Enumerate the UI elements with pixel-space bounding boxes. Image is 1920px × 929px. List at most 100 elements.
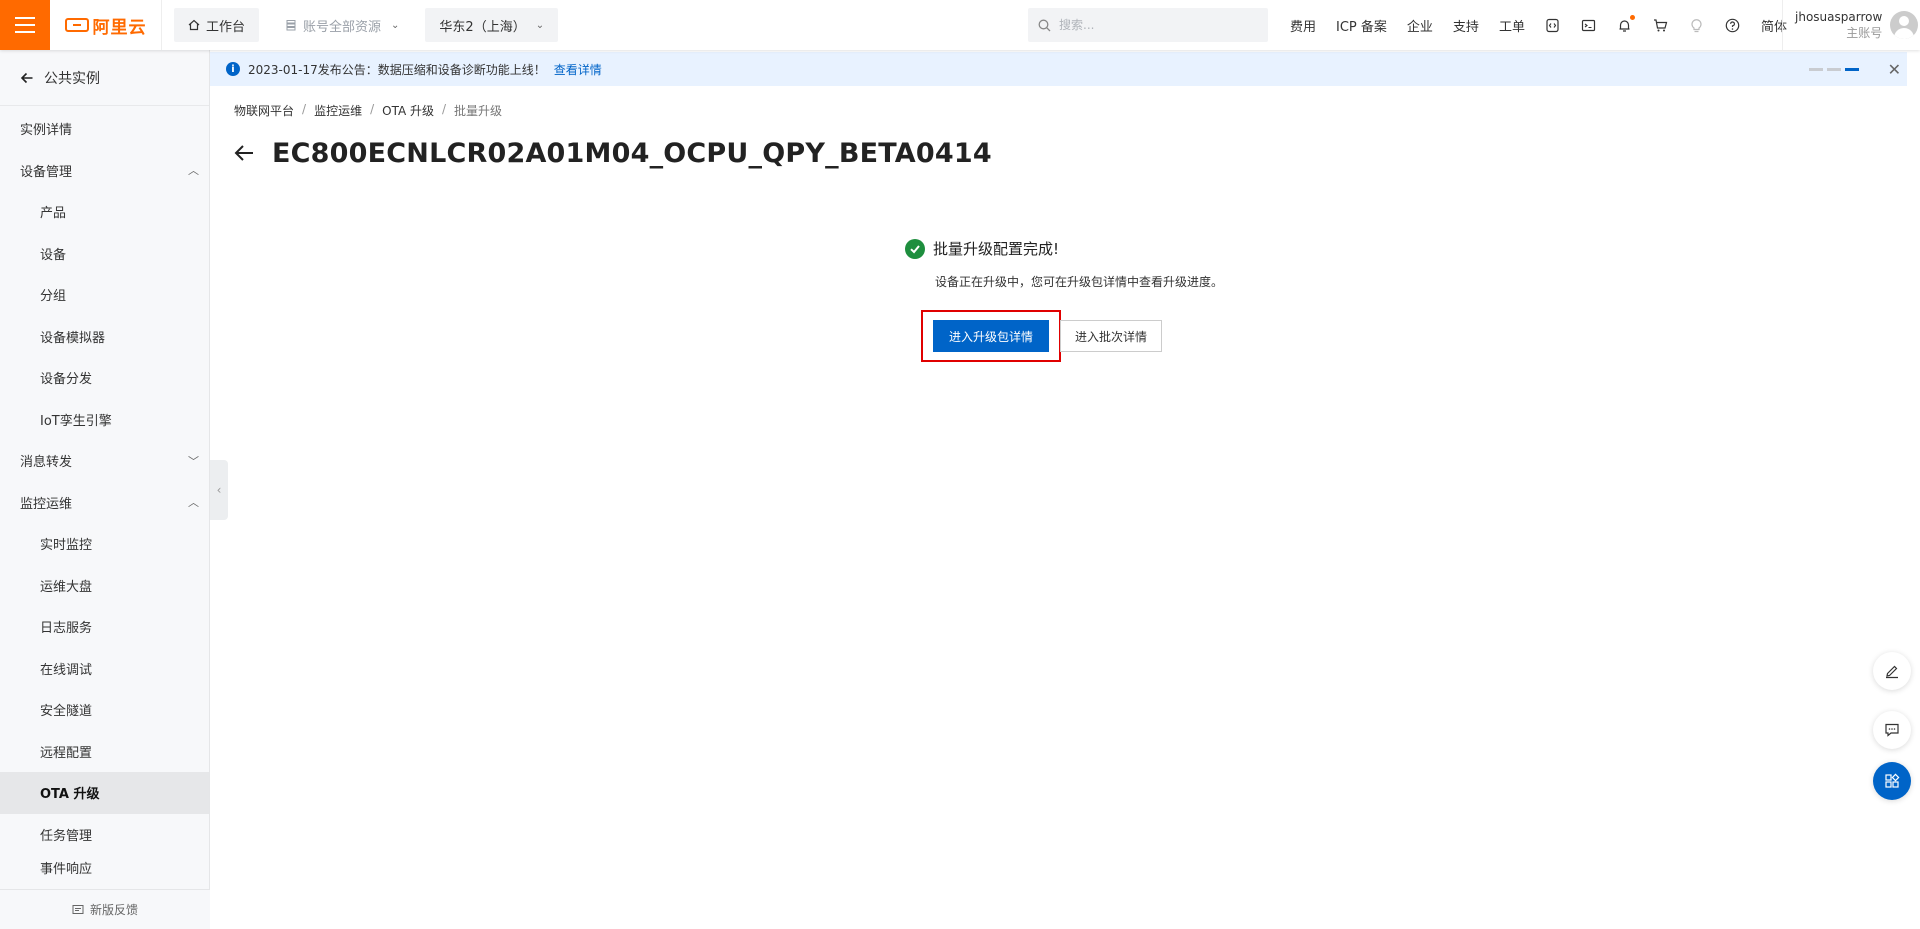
sidebar-item-ota-upgrade[interactable]: OTA 升级 bbox=[0, 772, 209, 814]
user-role: 主账号 bbox=[1846, 26, 1883, 40]
sidebar-item-device[interactable]: 设备 bbox=[0, 233, 209, 275]
chevron-up-icon: ︿ bbox=[188, 496, 199, 510]
top-links: 费用 ICP 备案 企业 支持 工单 简体 bbox=[1290, 0, 1787, 50]
result-description: 设备正在升级中，您可在升级包详情中查看升级进度。 bbox=[935, 275, 1224, 289]
chevron-left-icon: ‹ bbox=[216, 483, 222, 497]
sidebar-collapse-handle[interactable]: ‹ bbox=[210, 460, 228, 520]
region-label: 华东2（上海） bbox=[439, 19, 526, 35]
sidebar-item-label: 实例详情 bbox=[20, 123, 73, 139]
sidebar-item-secure-tunnel[interactable]: 安全隧道 bbox=[0, 689, 209, 731]
result-actions: 进入升级包详情 进入批次详情 bbox=[921, 310, 1223, 362]
logo-mark-icon bbox=[64, 18, 89, 32]
feedback-label: 新版反馈 bbox=[89, 903, 138, 917]
breadcrumb-item[interactable]: 监控运维 bbox=[314, 102, 362, 119]
help-icon[interactable] bbox=[1725, 17, 1741, 33]
result-header: 批量升级配置完成! bbox=[905, 238, 1223, 259]
top-navigation-bar: 阿里云 工作台 账号全部资源 ⌄ 华东2（上海） ⌄ 费用 ICP 备案 企业 … bbox=[0, 0, 1920, 50]
sidebar-item-label: 安全隧道 bbox=[40, 704, 93, 720]
apps-float-button[interactable] bbox=[1873, 762, 1911, 800]
sidebar-item-label: 产品 bbox=[40, 206, 67, 222]
back-arrow-icon[interactable] bbox=[234, 141, 254, 167]
user-names: jhosuasparrow 主账号 bbox=[1795, 9, 1882, 41]
chat-icon bbox=[1885, 723, 1899, 737]
top-link-ticket[interactable]: 工单 bbox=[1499, 16, 1525, 35]
sidebar-item-label: 监控运维 bbox=[20, 496, 73, 512]
sidebar-item-product[interactable]: 产品 bbox=[0, 191, 209, 233]
announcement-text: 2023-01-17发布公告：数据压缩和设备诊断功能上线！ bbox=[248, 62, 546, 77]
sidebar-group-message-forwarding[interactable]: 消息转发 ﹀ bbox=[0, 440, 209, 482]
chevron-down-icon: ﹀ bbox=[188, 454, 199, 468]
sidebar-item-label: 设备管理 bbox=[20, 164, 73, 180]
feedback-button[interactable]: 新版反馈 bbox=[0, 889, 210, 929]
sidebar-item-label: IoT孪生引擎 bbox=[40, 413, 112, 429]
feedback-icon bbox=[72, 904, 84, 914]
close-icon[interactable]: ✕ bbox=[1888, 60, 1901, 79]
pager-dot[interactable] bbox=[1827, 68, 1841, 71]
sidebar-item-device-distribution[interactable]: 设备分发 bbox=[0, 357, 209, 399]
pager-dot-active[interactable] bbox=[1845, 68, 1859, 71]
sidebar: 公共实例 实例详情 设备管理 ︿ 产品 设备 分组 设备模拟器 设备分发 IoT孪… bbox=[0, 50, 210, 929]
page-header: EC800ECNLCR02A01M04_OCPU_QPY_BETA0414 bbox=[234, 138, 992, 169]
info-icon: i bbox=[226, 62, 240, 76]
announcement-banner: i 2023-01-17发布公告：数据压缩和设备诊断功能上线！ 查看详情 ✕ bbox=[210, 52, 1907, 86]
search-box bbox=[1028, 8, 1268, 42]
user-name: jhosuasparrow bbox=[1795, 10, 1883, 24]
sidebar-item-device-simulator[interactable]: 设备模拟器 bbox=[0, 316, 209, 358]
highlight-box: 进入升级包详情 bbox=[921, 310, 1062, 362]
sidebar-item-instance-details[interactable]: 实例详情 bbox=[0, 108, 209, 150]
sidebar-item-label: 运维大盘 bbox=[40, 579, 93, 595]
sidebar-back-label: 公共实例 bbox=[44, 70, 100, 87]
announcement-pager bbox=[1809, 68, 1859, 71]
workbench-button[interactable]: 工作台 bbox=[174, 8, 260, 42]
region-dropdown[interactable]: 华东2（上海） ⌄ bbox=[425, 8, 559, 42]
arrow-left-icon bbox=[20, 72, 33, 83]
result-title: 批量升级配置完成! bbox=[933, 240, 1060, 258]
resource-scope-dropdown[interactable]: 账号全部资源 ⌄ bbox=[271, 8, 414, 42]
top-link-billing[interactable]: 费用 bbox=[1290, 16, 1316, 35]
top-link-support[interactable]: 支持 bbox=[1453, 16, 1479, 35]
view-batch-details-button[interactable]: 进入批次详情 bbox=[1060, 320, 1163, 352]
sidebar-item-group[interactable]: 分组 bbox=[0, 274, 209, 316]
sidebar-group-device-management[interactable]: 设备管理 ︿ bbox=[0, 150, 209, 192]
top-link-icp[interactable]: ICP 备案 bbox=[1336, 16, 1387, 35]
sidebar-item-iot-twin-engine[interactable]: IoT孪生引擎 bbox=[0, 399, 209, 441]
search-input[interactable] bbox=[1059, 18, 1249, 32]
bell-icon[interactable] bbox=[1617, 15, 1635, 33]
breadcrumb-separator: / bbox=[370, 102, 375, 116]
sidebar-item-remote-config[interactable]: 远程配置 bbox=[0, 731, 209, 773]
search-icon bbox=[1038, 19, 1051, 31]
sidebar-group-monitoring-ops[interactable]: 监控运维 ︿ bbox=[0, 482, 209, 524]
sidebar-item-event-response[interactable]: 事件响应 bbox=[0, 855, 209, 877]
top-link-enterprise[interactable]: 企业 bbox=[1407, 16, 1433, 35]
chat-float-button[interactable] bbox=[1873, 711, 1911, 749]
sidebar-item-label: 设备 bbox=[40, 247, 67, 263]
sidebar-item-online-debug[interactable]: 在线调试 bbox=[0, 648, 209, 690]
cart-icon[interactable] bbox=[1653, 17, 1669, 33]
sidebar-item-realtime-monitoring[interactable]: 实时监控 bbox=[0, 523, 209, 565]
view-package-details-button[interactable]: 进入升级包详情 bbox=[933, 320, 1050, 352]
notification-dot bbox=[1629, 15, 1635, 20]
sidebar-menu: 实例详情 设备管理 ︿ 产品 设备 分组 设备模拟器 设备分发 IoT孪生引擎 消… bbox=[0, 106, 209, 877]
edit-float-button[interactable] bbox=[1873, 652, 1911, 690]
sidebar-item-log-service[interactable]: 日志服务 bbox=[0, 606, 209, 648]
chevron-up-icon: ︿ bbox=[188, 164, 199, 178]
sidebar-item-task-management[interactable]: 任务管理 bbox=[0, 814, 209, 856]
lightbulb-icon[interactable] bbox=[1689, 17, 1705, 33]
sidebar-item-label: 事件响应 bbox=[40, 862, 93, 877]
terminal-icon[interactable] bbox=[1581, 17, 1597, 33]
sidebar-item-label: 实时监控 bbox=[40, 538, 93, 554]
aliyun-logo[interactable]: 阿里云 bbox=[50, 0, 162, 50]
user-account-menu[interactable]: jhosuasparrow 主账号 bbox=[1782, 0, 1920, 50]
breadcrumb-item[interactable]: OTA 升级 bbox=[382, 102, 434, 119]
pager-dot[interactable] bbox=[1809, 68, 1823, 71]
result-panel: 批量升级配置完成! 设备正在升级中，您可在升级包详情中查看升级进度。 进入升级包… bbox=[905, 238, 1223, 362]
menu-icon[interactable] bbox=[0, 0, 50, 50]
sidebar-item-label: 在线调试 bbox=[40, 662, 93, 678]
breadcrumb-item[interactable]: 物联网平台 bbox=[234, 102, 294, 119]
code-icon[interactable] bbox=[1545, 17, 1561, 33]
sidebar-item-ops-dashboard[interactable]: 运维大盘 bbox=[0, 565, 209, 607]
sidebar-item-label: 分组 bbox=[40, 289, 67, 305]
announcement-link[interactable]: 查看详情 bbox=[554, 61, 602, 78]
sidebar-item-label: 远程配置 bbox=[40, 745, 93, 761]
sidebar-back-button[interactable]: 公共实例 bbox=[0, 50, 209, 106]
